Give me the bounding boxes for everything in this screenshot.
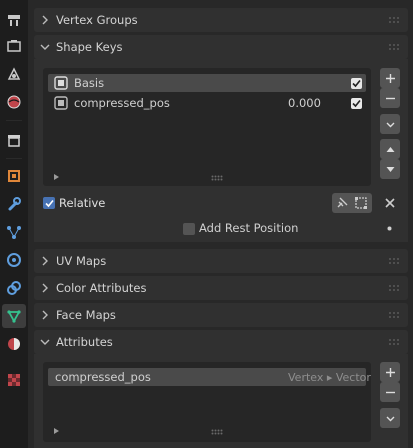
chevron-right-icon [34, 310, 56, 320]
attribute-name: compressed_pos [55, 370, 151, 384]
chevron-down-icon [34, 337, 56, 347]
shape-key-icon [54, 96, 68, 110]
panel-header-attributes[interactable]: Attributes [34, 330, 408, 354]
render-icon[interactable] [2, 34, 26, 58]
panel-header-color-attributes[interactable]: Color Attributes [34, 276, 408, 300]
world-icon[interactable] [2, 90, 26, 114]
attribute-specials-button[interactable] [380, 408, 400, 428]
list-filter-toggle-icon[interactable] [54, 428, 59, 434]
shape-key-icon [54, 76, 68, 90]
drag-grip-icon[interactable] [388, 43, 402, 51]
shape-key-mute-checkbox[interactable] [351, 78, 362, 89]
add-attribute-button[interactable] [380, 362, 400, 382]
object-icon[interactable] [2, 164, 26, 188]
panel-title: Face Maps [56, 308, 116, 322]
shape-key-mute-checkbox[interactable] [351, 98, 362, 109]
clear-shape-keys-icon[interactable] [383, 196, 397, 210]
drag-grip-icon[interactable] [388, 338, 402, 346]
drag-grip-icon[interactable] [388, 284, 402, 292]
remove-attribute-button[interactable] [380, 382, 400, 402]
move-shape-key-up-button[interactable] [380, 139, 400, 159]
add-rest-position-checkbox[interactable] [183, 223, 195, 235]
list-resize-grip-icon[interactable] [211, 175, 223, 181]
collection-icon[interactable] [2, 128, 26, 152]
animate-property-dot-icon[interactable] [387, 226, 392, 231]
relative-checkbox[interactable] [43, 197, 55, 209]
tool-icon[interactable] [2, 8, 26, 32]
attribute-domain-type: Vertex ▸ Vector [288, 371, 371, 384]
material-icon[interactable] [2, 332, 26, 356]
shape-key-name: compressed_pos [74, 96, 170, 110]
output-icon[interactable] [2, 62, 26, 86]
panel-title: Attributes [56, 335, 113, 349]
remove-shape-key-button[interactable] [380, 88, 400, 108]
add-shape-key-button[interactable] [380, 68, 400, 88]
pin-icon[interactable] [335, 196, 349, 210]
drag-grip-icon[interactable] [388, 257, 402, 265]
particles-icon[interactable] [2, 220, 26, 244]
constraints-icon[interactable] [2, 276, 26, 300]
chevron-right-icon [34, 256, 56, 266]
mesh-data-icon[interactable] [2, 304, 26, 328]
panel-title: UV Maps [56, 254, 107, 268]
shape-key-value[interactable]: 0.000 [288, 96, 321, 110]
modifier-wrench-icon[interactable] [2, 192, 26, 216]
panel-title: Shape Keys [56, 40, 123, 54]
panel-header-shape-keys[interactable]: Shape Keys [34, 35, 408, 59]
edit-mode-shape-icon[interactable] [354, 196, 368, 210]
drag-grip-icon[interactable] [388, 311, 402, 319]
shape-key-row-basis[interactable]: Basis [48, 74, 366, 92]
panel-title: Color Attributes [56, 281, 147, 295]
texture-icon[interactable] [2, 368, 26, 392]
chevron-down-icon [34, 42, 56, 52]
shape-key-name: Basis [74, 76, 105, 90]
physics-icon[interactable] [2, 248, 26, 272]
drag-grip-icon[interactable] [388, 16, 402, 24]
list-filter-toggle-icon[interactable] [54, 174, 59, 180]
panel-header-face-maps[interactable]: Face Maps [34, 303, 408, 327]
relative-label[interactable]: Relative [59, 196, 105, 210]
list-resize-grip-icon[interactable] [211, 429, 223, 435]
panel-header-vertex-groups[interactable]: Vertex Groups [34, 8, 408, 32]
panel-title: Vertex Groups [56, 13, 138, 27]
move-shape-key-down-button[interactable] [380, 159, 400, 179]
panel-header-uv-maps[interactable]: UV Maps [34, 249, 408, 273]
properties-tab-bar [0, 0, 28, 448]
add-rest-position-label[interactable]: Add Rest Position [199, 221, 298, 235]
chevron-right-icon [34, 283, 56, 293]
chevron-right-icon [34, 15, 56, 25]
shape-key-specials-button[interactable] [380, 114, 400, 134]
